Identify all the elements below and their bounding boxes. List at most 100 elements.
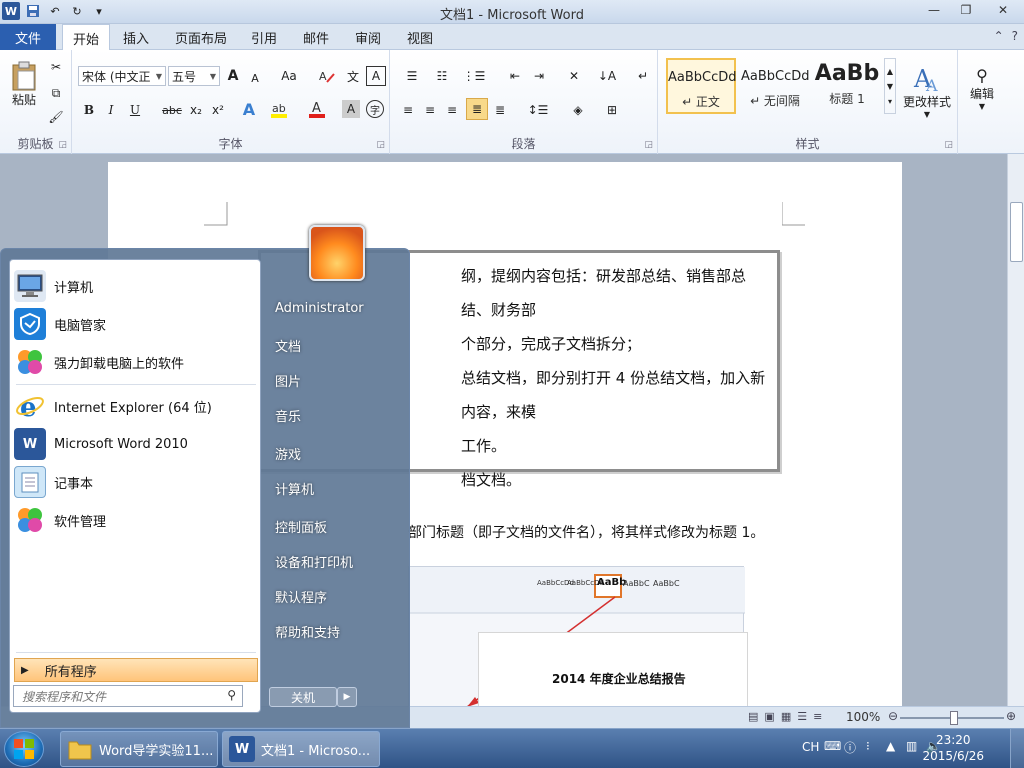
help-icon[interactable]: ? <box>1012 29 1018 43</box>
strikethrough-button[interactable]: abc <box>160 100 184 120</box>
align-center-icon[interactable]: ≡ <box>420 100 440 120</box>
scrollbar-thumb[interactable] <box>1010 202 1023 262</box>
line-spacing-icon[interactable]: ↕☰ <box>524 100 552 120</box>
tab-view[interactable]: 视图 <box>398 24 442 50</box>
cut-icon[interactable]: ✂ <box>46 58 66 76</box>
zoom-in-icon[interactable]: ⊕ <box>1006 709 1016 723</box>
tray-expand-icon[interactable]: ▲ <box>886 739 895 753</box>
underline-button[interactable]: U <box>126 100 144 120</box>
enclose-char-icon[interactable]: 字 <box>366 100 384 118</box>
all-programs-button[interactable]: ▶ 所有程序 <box>14 658 258 682</box>
chevron-up-icon[interactable]: ▲ <box>887 67 893 76</box>
ime-indicator[interactable]: CH <box>802 740 819 754</box>
help-icon[interactable]: ⓘ <box>844 739 856 756</box>
user-picture[interactable] <box>309 225 365 281</box>
dialog-launcher-icon[interactable]: ◲ <box>944 140 953 150</box>
grow-font-button[interactable]: A <box>224 66 242 86</box>
keyboard-icon[interactable]: ⌨ <box>824 739 841 753</box>
bold-button[interactable]: B <box>80 100 98 120</box>
italic-button[interactable]: I <box>102 100 120 120</box>
sm-item-software-manager[interactable]: 软件管理 <box>14 502 258 538</box>
tab-file[interactable]: 文件 <box>0 24 56 50</box>
sm-right-help-support[interactable]: 帮助和支持 <box>275 622 340 641</box>
dialog-launcher-icon[interactable]: ◲ <box>58 140 67 150</box>
font-name-combo[interactable]: 宋体 (中文正 ▼ <box>78 66 166 86</box>
justify-icon[interactable]: ≣ <box>466 98 488 120</box>
zoom-out-icon[interactable]: ⊖ <box>888 709 898 723</box>
multilevel-list-icon[interactable]: ⋮☰ <box>460 66 488 86</box>
text-effects-icon[interactable]: A <box>238 98 260 120</box>
highlight-icon[interactable]: ab <box>268 98 290 120</box>
shrink-font-button[interactable]: A <box>246 68 264 88</box>
style-heading-1[interactable]: AaBb 标题 1 <box>812 58 882 114</box>
more-styles-icon[interactable]: ▾ <box>888 97 892 106</box>
show-desktop-button[interactable] <box>1010 729 1024 768</box>
sm-right-control-panel[interactable]: 控制面板 <box>275 517 327 536</box>
sm-right-documents[interactable]: 文档 <box>275 336 301 355</box>
font-size-combo[interactable]: 五号 ▼ <box>168 66 220 86</box>
sm-right-user[interactable]: Administrator <box>275 301 364 316</box>
start-search-input[interactable]: 搜索程序和文件 ⚲ <box>13 685 243 707</box>
tab-references[interactable]: 引用 <box>242 24 286 50</box>
tab-mailings[interactable]: 邮件 <box>294 24 338 50</box>
outline-icon[interactable]: ☰ <box>797 710 807 723</box>
clear-format-icon[interactable]: A <box>316 66 338 86</box>
font-color-icon[interactable]: A <box>306 98 328 120</box>
style-no-spacing[interactable]: AaBbCcDd ↵ 无间隔 <box>740 58 810 114</box>
numbering-icon[interactable]: ☷ <box>428 66 456 86</box>
draft-icon[interactable]: ≡ <box>813 710 822 723</box>
web-layout-icon[interactable]: ▦ <box>781 710 791 723</box>
vertical-scrollbar[interactable] <box>1007 154 1024 706</box>
full-screen-icon[interactable]: ▣ <box>764 710 774 723</box>
sm-right-computer[interactable]: 计算机 <box>275 479 314 498</box>
sm-item-computer[interactable]: 计算机 <box>14 268 258 304</box>
sm-item-uninstaller[interactable]: 强力卸载电脑上的软件 <box>14 344 258 380</box>
char-border-icon[interactable]: A <box>366 66 386 86</box>
sm-right-pictures[interactable]: 图片 <box>275 371 301 390</box>
tab-home[interactable]: 开始 <box>62 24 110 51</box>
collapse-ribbon-icon[interactable]: ⌃ <box>994 29 1004 43</box>
tab-page-layout[interactable]: 页面布局 <box>168 24 234 50</box>
char-shading-icon[interactable]: A <box>342 100 360 118</box>
tab-insert[interactable]: 插入 <box>114 24 158 50</box>
maximize-button[interactable]: ❐ <box>950 0 982 20</box>
paste-button[interactable]: 粘贴 <box>6 54 42 114</box>
sort-icon[interactable]: ↓A <box>596 66 618 86</box>
sm-right-default-programs[interactable]: 默认程序 <box>275 587 327 606</box>
distributed-icon[interactable]: ≣ <box>490 100 510 120</box>
asian-layout-icon[interactable]: ✕ <box>560 66 588 86</box>
show-marks-icon[interactable]: ↵ <box>634 66 652 86</box>
network-icon[interactable]: ▥ <box>906 739 917 753</box>
align-right-icon[interactable]: ≡ <box>442 100 462 120</box>
sm-item-ie[interactable]: e Internet Explorer (64 位) <box>14 388 258 424</box>
sm-item-notepad[interactable]: 记事本 <box>14 464 258 500</box>
search-icon[interactable]: ⚲ <box>227 688 236 702</box>
zoom-slider-thumb[interactable] <box>950 711 958 725</box>
styles-scroll[interactable]: ▲ ▼ ▾ <box>884 58 896 114</box>
format-painter-icon[interactable]: 🖌 <box>46 108 66 126</box>
dialog-launcher-icon[interactable]: ◲ <box>644 140 653 150</box>
minimize-button[interactable]: — <box>918 0 950 20</box>
chevron-down-icon[interactable]: ▼ <box>887 82 893 91</box>
align-left-icon[interactable]: ≡ <box>398 100 418 120</box>
close-button[interactable]: ✕ <box>982 0 1024 20</box>
taskbar-item-folder[interactable]: Word导学实验11... <box>60 731 218 767</box>
style-normal[interactable]: AaBbCcDd ↵ 正文 <box>666 58 737 114</box>
tab-review[interactable]: 审阅 <box>346 24 390 50</box>
change-styles-button[interactable]: AA 更改样式 ▼ <box>900 58 954 124</box>
sm-right-devices-printers[interactable]: 设备和打印机 <box>275 552 353 571</box>
start-button[interactable] <box>4 731 44 767</box>
phonetic-guide-icon[interactable]: 文 <box>342 66 364 86</box>
sm-right-music[interactable]: 音乐 <box>275 406 301 425</box>
bullets-icon[interactable]: ☰ <box>398 66 426 86</box>
edit-button[interactable]: ⚲ 编辑 ▼ <box>964 56 1000 120</box>
increase-indent-icon[interactable]: ⇥ <box>528 66 550 86</box>
subscript-button[interactable]: x₂ <box>186 100 206 120</box>
superscript-button[interactable]: x² <box>208 100 228 120</box>
dialog-launcher-icon[interactable]: ◲ <box>376 140 385 150</box>
sm-item-pc-manager[interactable]: 电脑管家 <box>14 306 258 342</box>
sm-item-word[interactable]: W Microsoft Word 2010 <box>14 426 258 462</box>
sm-right-games[interactable]: 游戏 <box>275 444 301 463</box>
borders-icon[interactable]: ⊞ <box>598 100 626 120</box>
clock[interactable]: 23:20 2015/6/26 <box>922 732 984 764</box>
